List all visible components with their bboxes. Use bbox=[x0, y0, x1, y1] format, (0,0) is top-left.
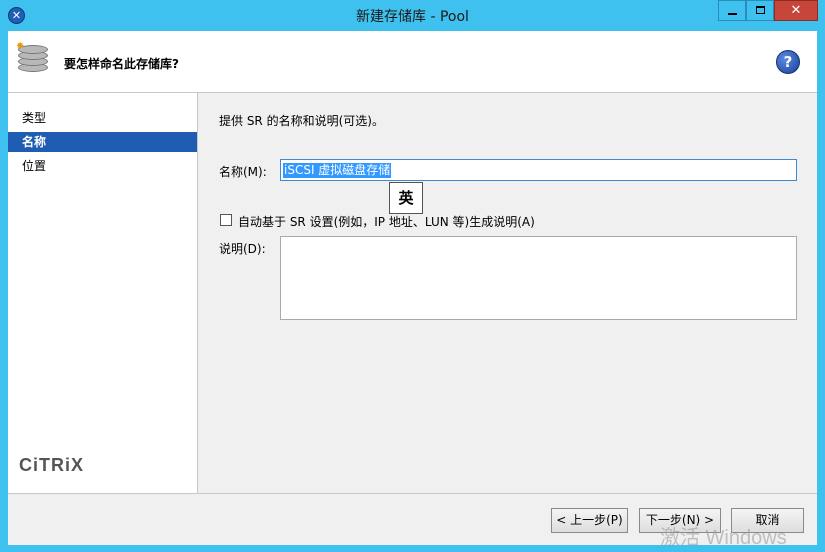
description-textarea[interactable] bbox=[280, 236, 797, 320]
maximize-button[interactable] bbox=[746, 0, 774, 21]
auto-description-checkbox[interactable] bbox=[220, 214, 232, 226]
description-label: 说明(D): bbox=[219, 242, 266, 256]
sidebar-item-location[interactable]: 位置 bbox=[8, 156, 197, 176]
auto-description-label[interactable]: 自动基于 SR 设置(例如，IP 地址、LUN 等)生成说明(A) bbox=[238, 213, 535, 230]
window-title: 新建存储库 - Pool bbox=[356, 9, 469, 25]
minimize-icon bbox=[728, 13, 737, 15]
maximize-icon bbox=[756, 6, 765, 14]
name-input-value: iSCSI 虚拟磁盘存储 bbox=[283, 163, 392, 178]
wizard-content: 提供 SR 的名称和说明(可选)。 名称(M): iSCSI 虚拟磁盘存储 英 … bbox=[199, 93, 817, 493]
name-label: 名称(M): bbox=[219, 165, 267, 179]
title-bar: ✕ 新建存储库 - Pool ✕ bbox=[0, 0, 825, 31]
back-button[interactable]: < 上一步(P) bbox=[551, 508, 628, 533]
wizard-footer: < 上一步(P) 下一步(N) > 取消 bbox=[8, 493, 817, 545]
page-question: 要怎样命名此存储库? bbox=[64, 57, 179, 71]
help-icon[interactable]: ? bbox=[776, 50, 800, 74]
cancel-button[interactable]: 取消 bbox=[731, 508, 804, 533]
instruction-text: 提供 SR 的名称和说明(可选)。 bbox=[219, 114, 384, 128]
ime-mode-indicator: 英 bbox=[389, 182, 423, 214]
storage-disk-icon: ✸ bbox=[16, 41, 48, 75]
next-button[interactable]: 下一步(N) > bbox=[639, 508, 721, 533]
wizard-header: ✸ 要怎样命名此存储库? ? bbox=[8, 31, 817, 93]
minimize-button[interactable] bbox=[718, 0, 746, 21]
wizard-body: 类型 名称 位置 CiTRiX 提供 SR 的名称和说明(可选)。 名称(M):… bbox=[8, 93, 817, 493]
sidebar-item-type[interactable]: 类型 bbox=[8, 108, 197, 128]
name-input[interactable]: iSCSI 虚拟磁盘存储 bbox=[280, 159, 797, 181]
citrix-logo: CiTRiX bbox=[19, 455, 85, 475]
wizard-steps-sidebar: 类型 名称 位置 CiTRiX bbox=[8, 93, 198, 493]
sidebar-item-name[interactable]: 名称 bbox=[8, 132, 197, 152]
new-star-icon: ✸ bbox=[16, 41, 25, 52]
close-button[interactable]: ✕ bbox=[774, 0, 818, 21]
